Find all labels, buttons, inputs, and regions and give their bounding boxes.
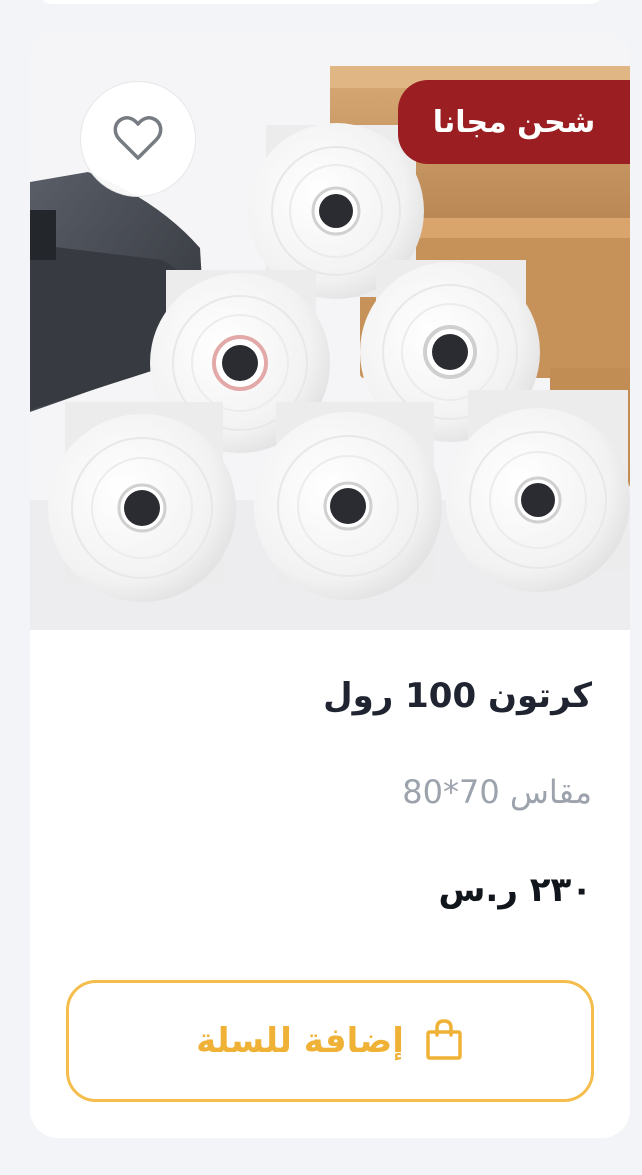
free-shipping-badge: شحن مجانا [398, 80, 630, 164]
add-to-cart-button[interactable]: إضافة للسلة [66, 980, 594, 1102]
roll-bottom-left [48, 402, 236, 602]
shopping-bag-icon [424, 1017, 464, 1065]
product-price: ٢٣٠ ر.س [438, 870, 592, 910]
product-card[interactable]: شحن مجانا كرتون 100 رول مقاس 70*80 ٢٣٠ ر… [30, 30, 630, 1138]
product-title[interactable]: كرتون 100 رول [60, 670, 592, 722]
add-to-cart-label: إضافة للسلة [196, 1021, 404, 1061]
favorite-button[interactable] [80, 81, 196, 197]
roll-bottom-center [254, 402, 442, 600]
product-subtitle: مقاس 70*80 [402, 773, 592, 811]
product-image[interactable]: شحن مجانا [30, 30, 630, 630]
roll-bottom-right [446, 390, 630, 592]
heart-icon [113, 116, 163, 160]
previous-card-edge [38, 0, 604, 4]
